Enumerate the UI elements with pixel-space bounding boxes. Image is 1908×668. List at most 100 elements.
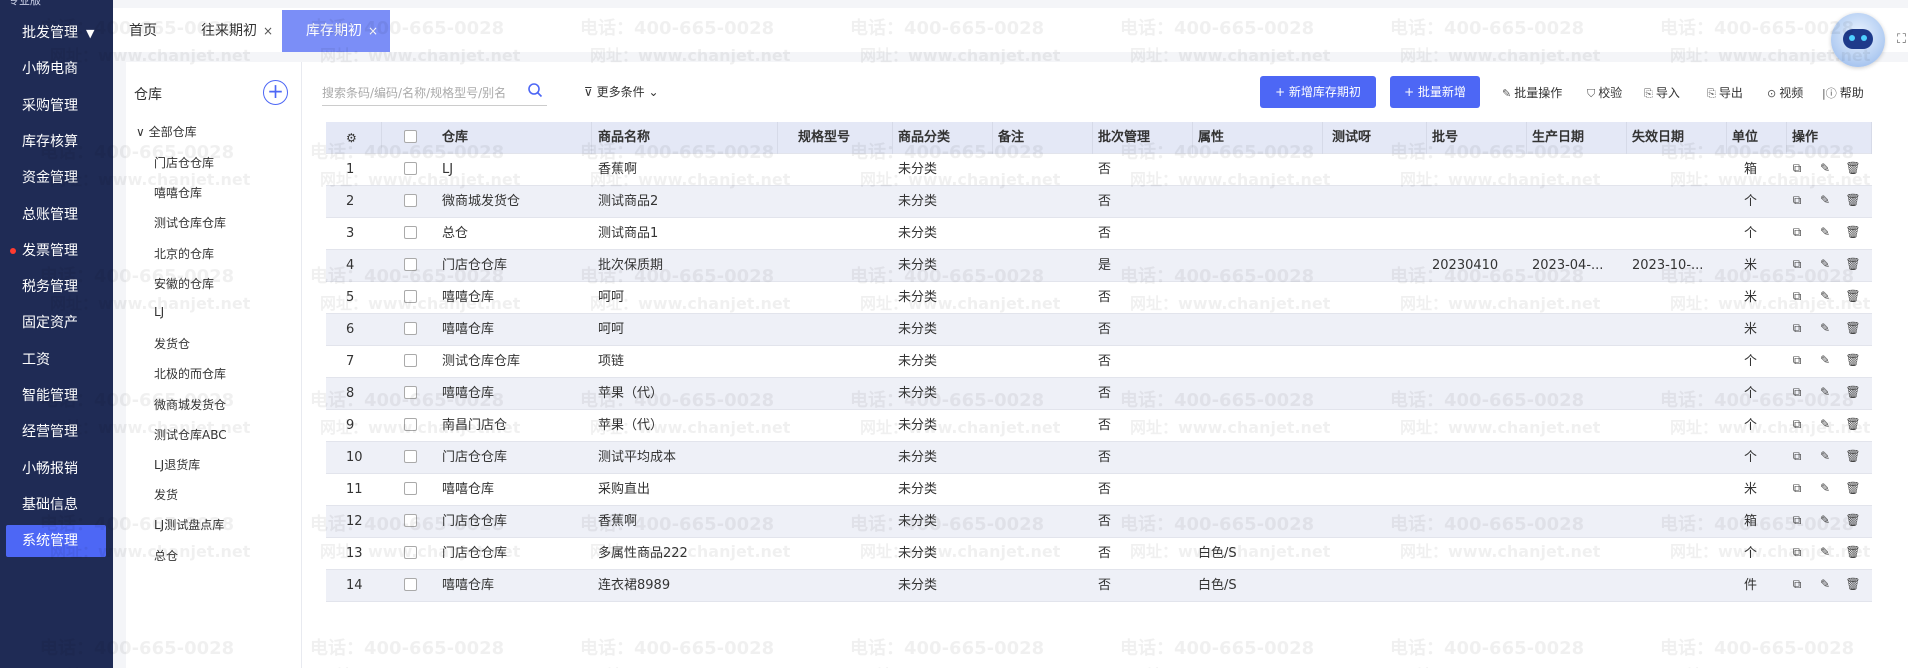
- nav-item-8[interactable]: 固定资产: [0, 307, 113, 339]
- delete-icon[interactable]: 🗑: [1844, 289, 1862, 307]
- tree-item-warehouse[interactable]: 微商城发货仓: [154, 396, 226, 413]
- tree-root-all-warehouses[interactable]: ∨ 全部仓库: [136, 123, 197, 140]
- table-row[interactable]: 9 南昌门店仓 苹果（代） 未分类否个 ⧉ ✎ 🗑: [326, 410, 1872, 442]
- tab-opening-balances[interactable]: 往来期初 ×: [201, 10, 273, 52]
- table-row[interactable]: 13 门店仓仓库 多属性商品222 未分类否白色/S 个 ⧉ ✎ 🗑: [326, 538, 1872, 570]
- import-button[interactable]: ⎘ 导入: [1644, 84, 1680, 101]
- add-warehouse-button[interactable]: +: [263, 80, 288, 105]
- copy-icon[interactable]: ⧉: [1788, 449, 1806, 467]
- column-header[interactable]: 规格型号: [798, 122, 893, 154]
- copy-icon[interactable]: ⧉: [1788, 193, 1806, 211]
- copy-icon[interactable]: ⧉: [1788, 545, 1806, 563]
- delete-icon[interactable]: 🗑: [1844, 257, 1862, 275]
- select-all-checkbox[interactable]: [404, 130, 417, 143]
- tree-item-warehouse[interactable]: LJ: [154, 305, 164, 319]
- tree-item-warehouse[interactable]: 安徽的仓库: [154, 275, 214, 292]
- nav-item-9[interactable]: 工资: [0, 344, 113, 376]
- copy-icon[interactable]: ⧉: [1788, 417, 1806, 435]
- edit-icon[interactable]: ✎: [1816, 257, 1834, 275]
- nav-item-1[interactable]: 小畅电商: [0, 53, 113, 85]
- video-button[interactable]: ⊙ 视频: [1767, 84, 1803, 101]
- edit-icon[interactable]: ✎: [1816, 417, 1834, 435]
- table-row[interactable]: 4 门店仓仓库 批次保质期 未分类 是 20230410 2023-04-... 2023-1…: [326, 250, 1872, 282]
- column-header[interactable]: 失效日期: [1632, 122, 1727, 154]
- nav-item-14[interactable]: 系统管理: [6, 525, 106, 558]
- column-header[interactable]: 商品分类: [898, 122, 993, 154]
- tree-item-warehouse[interactable]: 测试仓库仓库: [154, 214, 226, 231]
- tree-item-warehouse[interactable]: LJ测试盘点库: [154, 516, 224, 533]
- tab-home[interactable]: 首页: [129, 10, 157, 52]
- tree-item-warehouse[interactable]: 门店仓仓库: [154, 154, 214, 171]
- nav-item-12[interactable]: 小畅报销: [0, 453, 113, 485]
- delete-icon[interactable]: 🗑: [1844, 417, 1862, 435]
- delete-icon[interactable]: 🗑: [1844, 161, 1862, 179]
- settings-gear-icon[interactable]: ⚙: [346, 122, 382, 154]
- column-header[interactable]: 操作: [1792, 122, 1872, 154]
- copy-icon[interactable]: ⧉: [1788, 257, 1806, 275]
- batch-new-button[interactable]: + 批量新增: [1390, 76, 1480, 108]
- column-header[interactable]: 仓库: [442, 122, 592, 154]
- column-header[interactable]: 备注: [998, 122, 1093, 154]
- edit-icon[interactable]: ✎: [1816, 321, 1834, 339]
- row-checkbox[interactable]: [404, 418, 417, 431]
- column-header[interactable]: 测试呀: [1332, 122, 1427, 154]
- table-row[interactable]: 2 微商城发货仓 测试商品2 未分类否个 ⧉ ✎ 🗑: [326, 186, 1872, 218]
- tree-item-warehouse[interactable]: 总仓: [154, 547, 178, 564]
- edit-icon[interactable]: ✎: [1816, 193, 1834, 211]
- row-checkbox[interactable]: [404, 322, 417, 335]
- tree-item-warehouse[interactable]: 测试仓库ABC: [154, 426, 227, 443]
- table-row[interactable]: 6 嘻嘻仓库 呵呵 未分类否米 ⧉ ✎ 🗑: [326, 314, 1872, 346]
- table-row[interactable]: 3 总仓 测试商品1 未分类否个 ⧉ ✎ 🗑: [326, 218, 1872, 250]
- column-header[interactable]: 属性: [1198, 122, 1323, 154]
- row-checkbox[interactable]: [404, 482, 417, 495]
- row-checkbox[interactable]: [404, 450, 417, 463]
- close-icon[interactable]: ×: [368, 24, 378, 38]
- nav-item-3[interactable]: 库存核算: [0, 126, 113, 158]
- nav-item-0[interactable]: 批发管理 ▼: [0, 17, 113, 49]
- column-header[interactable]: 批次管理: [1098, 122, 1193, 154]
- more-conditions-button[interactable]: ⊽ 更多条件 ⌄: [584, 83, 659, 100]
- copy-icon[interactable]: ⧉: [1788, 577, 1806, 595]
- copy-icon[interactable]: ⧉: [1788, 225, 1806, 243]
- delete-icon[interactable]: 🗑: [1844, 385, 1862, 403]
- batch-operation-button[interactable]: ✎ 批量操作: [1502, 84, 1562, 101]
- delete-icon[interactable]: 🗑: [1844, 577, 1862, 595]
- export-button[interactable]: ⎘ 导出: [1707, 84, 1743, 101]
- help-button[interactable]: |ⓘ 帮助: [1822, 84, 1864, 101]
- nav-item-2[interactable]: 采购管理: [0, 90, 113, 122]
- search-input[interactable]: [322, 80, 547, 106]
- verify-button[interactable]: ⛉ 校验: [1587, 84, 1622, 101]
- row-checkbox[interactable]: [404, 546, 417, 559]
- nav-item-11[interactable]: 经营管理: [0, 416, 113, 448]
- nav-item-13[interactable]: 基础信息: [0, 489, 113, 521]
- nav-item-5[interactable]: 总账管理: [0, 199, 113, 231]
- edit-icon[interactable]: ✎: [1816, 577, 1834, 595]
- copy-icon[interactable]: ⧉: [1788, 321, 1806, 339]
- edit-icon[interactable]: ✎: [1816, 385, 1834, 403]
- fullscreen-icon[interactable]: ⛶: [1897, 32, 1906, 47]
- tree-item-warehouse[interactable]: 发货仓: [154, 335, 190, 352]
- row-checkbox[interactable]: [404, 514, 417, 527]
- table-row[interactable]: 14 嘻嘻仓库 连衣裙8989 未分类否白色/S 件 ⧉ ✎ 🗑: [326, 570, 1872, 602]
- row-checkbox[interactable]: [404, 290, 417, 303]
- row-checkbox[interactable]: [404, 226, 417, 239]
- edit-icon[interactable]: ✎: [1816, 289, 1834, 307]
- nav-item-7[interactable]: 税务管理: [0, 271, 113, 303]
- table-row[interactable]: 1 LJ 香蕉啊 未分类否箱 ⧉ ✎ 🗑: [326, 154, 1872, 186]
- nav-item-6[interactable]: 发票管理: [0, 235, 113, 267]
- delete-icon[interactable]: 🗑: [1844, 545, 1862, 563]
- tree-item-warehouse[interactable]: LJ退货库: [154, 456, 200, 473]
- nav-item-4[interactable]: 资金管理: [0, 162, 113, 194]
- edit-icon[interactable]: ✎: [1816, 225, 1834, 243]
- table-row[interactable]: 5 嘻嘻仓库 呵呵 未分类否米 ⧉ ✎ 🗑: [326, 282, 1872, 314]
- row-checkbox[interactable]: [404, 162, 417, 175]
- delete-icon[interactable]: 🗑: [1844, 449, 1862, 467]
- assistant-robot-icon[interactable]: [1831, 13, 1885, 67]
- search-icon[interactable]: [527, 82, 543, 98]
- copy-icon[interactable]: ⧉: [1788, 385, 1806, 403]
- table-row[interactable]: 10 门店仓仓库 测试平均成本 未分类否个 ⧉ ✎ 🗑: [326, 442, 1872, 474]
- table-row[interactable]: 12 门店仓仓库 香蕉啊 未分类否箱 ⧉ ✎ 🗑: [326, 506, 1872, 538]
- tab-inventory-opening[interactable]: 库存期初 ×: [282, 10, 391, 52]
- edit-icon[interactable]: ✎: [1816, 513, 1834, 531]
- table-row[interactable]: 8 嘻嘻仓库 苹果（代） 未分类否个 ⧉ ✎ 🗑: [326, 378, 1872, 410]
